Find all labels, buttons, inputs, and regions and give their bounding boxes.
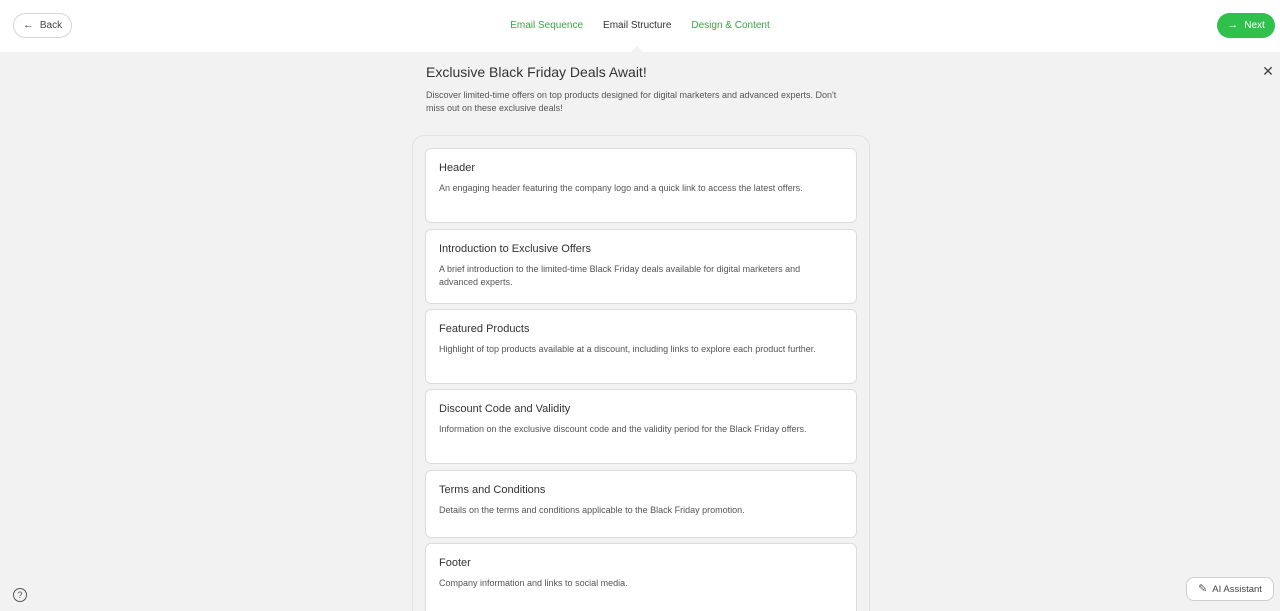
section-description: An engaging header featuring the company… — [439, 183, 803, 193]
tab-email-sequence[interactable]: Email Sequence — [510, 0, 583, 52]
section-description: Details on the terms and conditions appl… — [439, 505, 745, 515]
section-title: Footer — [439, 557, 471, 569]
tab-design-content[interactable]: Design & Content — [691, 0, 769, 52]
section-card-featured-products[interactable]: Featured Products Highlight of top produ… — [425, 309, 857, 384]
ai-assistant-label: AI Assistant — [1212, 583, 1262, 595]
arrow-right-icon: → — [1227, 19, 1239, 31]
email-description: Discover limited-time offers on top prod… — [426, 90, 837, 113]
section-card-introduction[interactable]: Introduction to Exclusive Offers A brief… — [425, 229, 857, 304]
section-card-header[interactable]: Header An engaging header featuring the … — [425, 148, 857, 223]
ai-assistant-button[interactable]: ✎ AI Assistant — [1186, 577, 1274, 601]
section-card-footer[interactable]: Footer Company information and links to … — [425, 543, 857, 611]
back-button[interactable]: ← Back — [13, 13, 72, 38]
top-bar: ← Back Email Sequence Email Structure De… — [0, 0, 1280, 53]
next-button[interactable]: → Next — [1217, 13, 1275, 38]
help-circle-icon[interactable]: ? — [13, 588, 27, 602]
next-button-label: Next — [1244, 20, 1265, 31]
tab-email-structure[interactable]: Email Structure — [603, 0, 671, 53]
section-description: Highlight of top products available at a… — [439, 344, 816, 354]
section-title: Terms and Conditions — [439, 484, 546, 496]
arrow-left-icon: ← — [22, 19, 34, 31]
section-description: Company information and links to social … — [439, 578, 628, 588]
section-card-discount-code[interactable]: Discount Code and Validity Information o… — [425, 389, 857, 464]
back-button-label: Back — [39, 20, 63, 31]
step-tabs: Email Sequence Email Structure Design & … — [0, 0, 1280, 53]
magic-wand-icon: ✎ — [1198, 582, 1208, 595]
email-title: Exclusive Black Friday Deals Await! — [426, 64, 647, 80]
section-card-terms[interactable]: Terms and Conditions Details on the term… — [425, 470, 857, 538]
section-title: Featured Products — [439, 323, 530, 335]
section-description: Information on the exclusive discount co… — [439, 424, 807, 434]
section-title: Introduction to Exclusive Offers — [439, 243, 592, 255]
section-description: A brief introduction to the limited-time… — [439, 264, 801, 287]
close-icon[interactable]: ✕ — [1261, 64, 1275, 78]
section-title: Header — [439, 162, 476, 174]
section-title: Discount Code and Validity — [439, 403, 571, 415]
